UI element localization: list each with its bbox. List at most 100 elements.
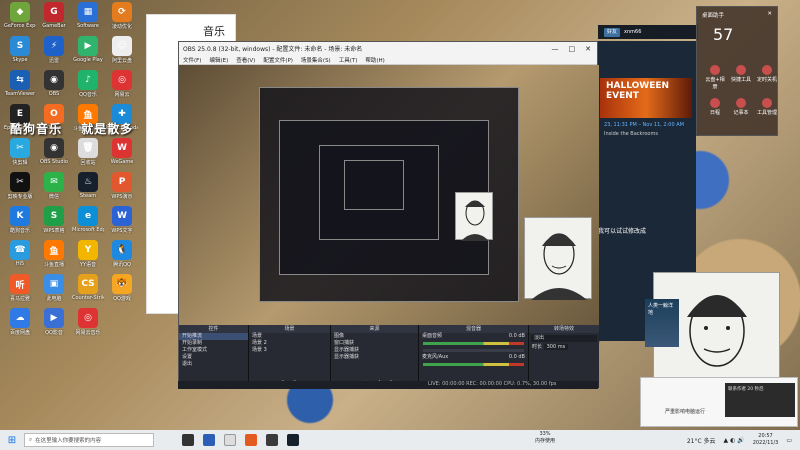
- desktop-icon[interactable]: ▶ Google Play: [72, 36, 104, 70]
- desktop-icon[interactable]: CSCounter-Strike Global: [72, 274, 104, 308]
- desktop-icon[interactable]: P WPS演示: [106, 172, 138, 206]
- desktop-icon-label: 网易云音乐: [75, 330, 101, 336]
- desktop-icon[interactable]: S WPS表格: [38, 206, 70, 240]
- tool-icon: [762, 98, 772, 108]
- app-icon: 🐧: [112, 240, 132, 260]
- transition-duration[interactable]: 时长 300 ms: [529, 344, 599, 351]
- desktop-icon-label: GeForce Experience: [4, 23, 36, 29]
- app-icon[interactable]: [245, 434, 257, 446]
- close-icon[interactable]: ✕: [585, 45, 591, 53]
- windows-start-icon[interactable]: ⊞: [0, 430, 24, 450]
- obs-titlebar[interactable]: OBS 25.0.8 (32-bit, windows) - 配置文件: 未命名…: [179, 42, 597, 55]
- notification-center-icon[interactable]: ▭: [786, 437, 792, 444]
- obs-statusbar: LIVE: 00:00:00 REC: 00:00:00 CPU: 0.7%, …: [178, 381, 598, 389]
- source-item[interactable]: 显示器捕获: [331, 354, 418, 361]
- desktop-icon[interactable]: G GameBar: [38, 2, 70, 36]
- desktop-icon-label: 此电脑: [46, 296, 62, 302]
- weather-widget[interactable]: 21°C 多云: [687, 436, 716, 445]
- desktop-icon[interactable]: ⟳ 凌动优化: [106, 2, 138, 36]
- steam-friends-button[interactable]: 好友: [604, 27, 621, 37]
- obs-window[interactable]: OBS 25.0.8 (32-bit, windows) - 配置文件: 未命名…: [178, 41, 599, 388]
- helper-tool[interactable]: 云盘+相册: [703, 65, 727, 90]
- desktop-icon-label: 酷狗音乐: [9, 228, 30, 234]
- control-button[interactable]: 开始录制: [179, 340, 248, 347]
- network-icon[interactable]: ▲ ◐ 🔊: [724, 437, 745, 444]
- desktop-icon[interactable]: S Skype: [4, 36, 36, 70]
- desktop-icon[interactable]: ▶ QQ影音: [38, 308, 70, 342]
- source-item[interactable]: 显示器捕获: [331, 347, 418, 354]
- desktop-icon[interactable]: ◎ 网易云: [106, 70, 138, 104]
- desktop-icon[interactable]: ⚡ 迅雷: [38, 36, 70, 70]
- movie-card[interactable]: 人类一鲸洋地: [645, 299, 679, 347]
- desktop-icon[interactable]: K 酷狗音乐: [4, 206, 36, 240]
- scene-item[interactable]: 场景 2: [249, 340, 330, 347]
- helper-tool[interactable]: 快捷工具: [729, 65, 753, 90]
- obs-menu-item[interactable]: 文件(F): [183, 56, 201, 64]
- control-button[interactable]: 设置: [179, 354, 248, 361]
- desktop-icon[interactable]: ☁ 百度网盘: [4, 308, 36, 342]
- obs-menu-item[interactable]: 工具(T): [339, 56, 358, 64]
- obs-menu-item[interactable]: 帮助(H): [365, 56, 384, 64]
- task-view-icon[interactable]: [182, 434, 194, 446]
- system-tray: 21°C 多云 ▲ ◐ 🔊 20:57 2022/11/3 ▭: [687, 433, 800, 447]
- desktop-icon[interactable]: 鱼斗鱼直播: [38, 240, 70, 274]
- desktop-icon[interactable]: W WPS文字: [106, 206, 138, 240]
- obs-menu-item[interactable]: 配置文件(P): [263, 56, 293, 64]
- steam-taskbar-icon[interactable]: [287, 434, 299, 446]
- desktop-icon[interactable]: ◉ OBS Studio: [38, 138, 70, 172]
- desktop-icon[interactable]: ✉ 微信: [38, 172, 70, 206]
- source-item[interactable]: 窗口捕获: [331, 340, 418, 347]
- desktop-icon[interactable]: ✂ 快剪辑: [4, 138, 36, 172]
- maximize-icon[interactable]: □: [569, 45, 576, 53]
- desktop-icon[interactable]: 🐯 QQ游戏: [106, 274, 138, 308]
- minimize-icon[interactable]: —: [552, 45, 559, 53]
- file-explorer-icon[interactable]: [203, 434, 215, 446]
- desktop-icon[interactable]: W WeGame: [106, 138, 138, 172]
- desktop-icon[interactable]: ✂ 剪映专业版: [4, 172, 36, 206]
- transition-select[interactable]: 淡出: [531, 335, 597, 342]
- edge-icon[interactable]: [224, 434, 236, 446]
- scene-item[interactable]: 场景: [249, 333, 330, 340]
- app-icon: ⇆: [10, 70, 30, 90]
- desktop-icon[interactable]: ◉ OBS: [38, 70, 70, 104]
- taskbar-search[interactable]: ⌕ 在这里输入你要搜索的内容: [24, 433, 154, 447]
- desktop-helper-panel[interactable]: 桌面助手 ✕ 57 云盘+相册 快捷工具 定时关机 日程 记事本 工具管理: [696, 6, 778, 136]
- helper-tool[interactable]: 日程: [703, 98, 727, 116]
- obs-menu-item[interactable]: 查看(V): [236, 56, 255, 64]
- desktop-icon[interactable]: ⇆ TeamViewer: [4, 70, 36, 104]
- desktop-icon[interactable]: ▦ Software: [72, 2, 104, 36]
- desktop-icon[interactable]: ☎ Hi5: [4, 240, 36, 274]
- overlay-text-2: 就是散多: [81, 122, 134, 136]
- control-button[interactable]: 工作室模式: [179, 347, 248, 354]
- helper-tool[interactable]: 定时关机: [755, 65, 779, 90]
- notification-toast[interactable]: 严重影响电脑运行 联系作者 20 秒后: [640, 377, 798, 427]
- desktop-icon[interactable]: ☺ 阿里云盘: [106, 36, 138, 70]
- obs-menu-item[interactable]: 编辑(E): [209, 56, 228, 64]
- desktop-icon[interactable]: 🐧 腾讯QQ: [106, 240, 138, 274]
- scene-item[interactable]: 场景 3: [249, 347, 330, 354]
- desktop-icon[interactable]: 🗑 回收站: [72, 138, 104, 172]
- obs-menu-item[interactable]: 场景集合(S): [301, 56, 331, 64]
- control-button[interactable]: 退出: [179, 361, 248, 368]
- control-button[interactable]: 开始推流: [179, 333, 248, 340]
- desktop-icon[interactable]: Y YY语音: [72, 240, 104, 274]
- close-icon[interactable]: ✕: [767, 11, 772, 19]
- transitions-dock-header: 转场特效: [529, 325, 599, 333]
- music-window-title: 音乐: [203, 25, 225, 38]
- source-item[interactable]: 图像: [331, 333, 418, 340]
- desktop-icon[interactable]: ◆GeForce Experience: [4, 2, 36, 36]
- obs-taskbar-icon[interactable]: [266, 434, 278, 446]
- desktop-icon[interactable]: ◎ 网易云音乐: [72, 308, 104, 342]
- desktop-audio-slider[interactable]: [423, 349, 524, 352]
- helper-tool[interactable]: 记事本: [729, 98, 753, 116]
- steam-username[interactable]: xnm66: [624, 29, 641, 35]
- taskbar-clock[interactable]: 20:57 2022/11/3: [753, 433, 779, 447]
- desktop-icon[interactable]: ♪ QQ音乐: [72, 70, 104, 104]
- desktop-icon[interactable]: 听喜马拉雅: [4, 274, 36, 308]
- desktop-icon-label: QQ游戏: [113, 296, 131, 302]
- desktop-icon[interactable]: ♨ Steam: [72, 172, 104, 206]
- helper-tool[interactable]: 工具管理: [755, 98, 779, 116]
- desktop-icon[interactable]: ▣ 此电脑: [38, 274, 70, 308]
- desktop-icon[interactable]: eMicrosoft Edge: [72, 206, 104, 240]
- halloween-banner[interactable]: HALLOWEEN EVENT: [600, 78, 692, 118]
